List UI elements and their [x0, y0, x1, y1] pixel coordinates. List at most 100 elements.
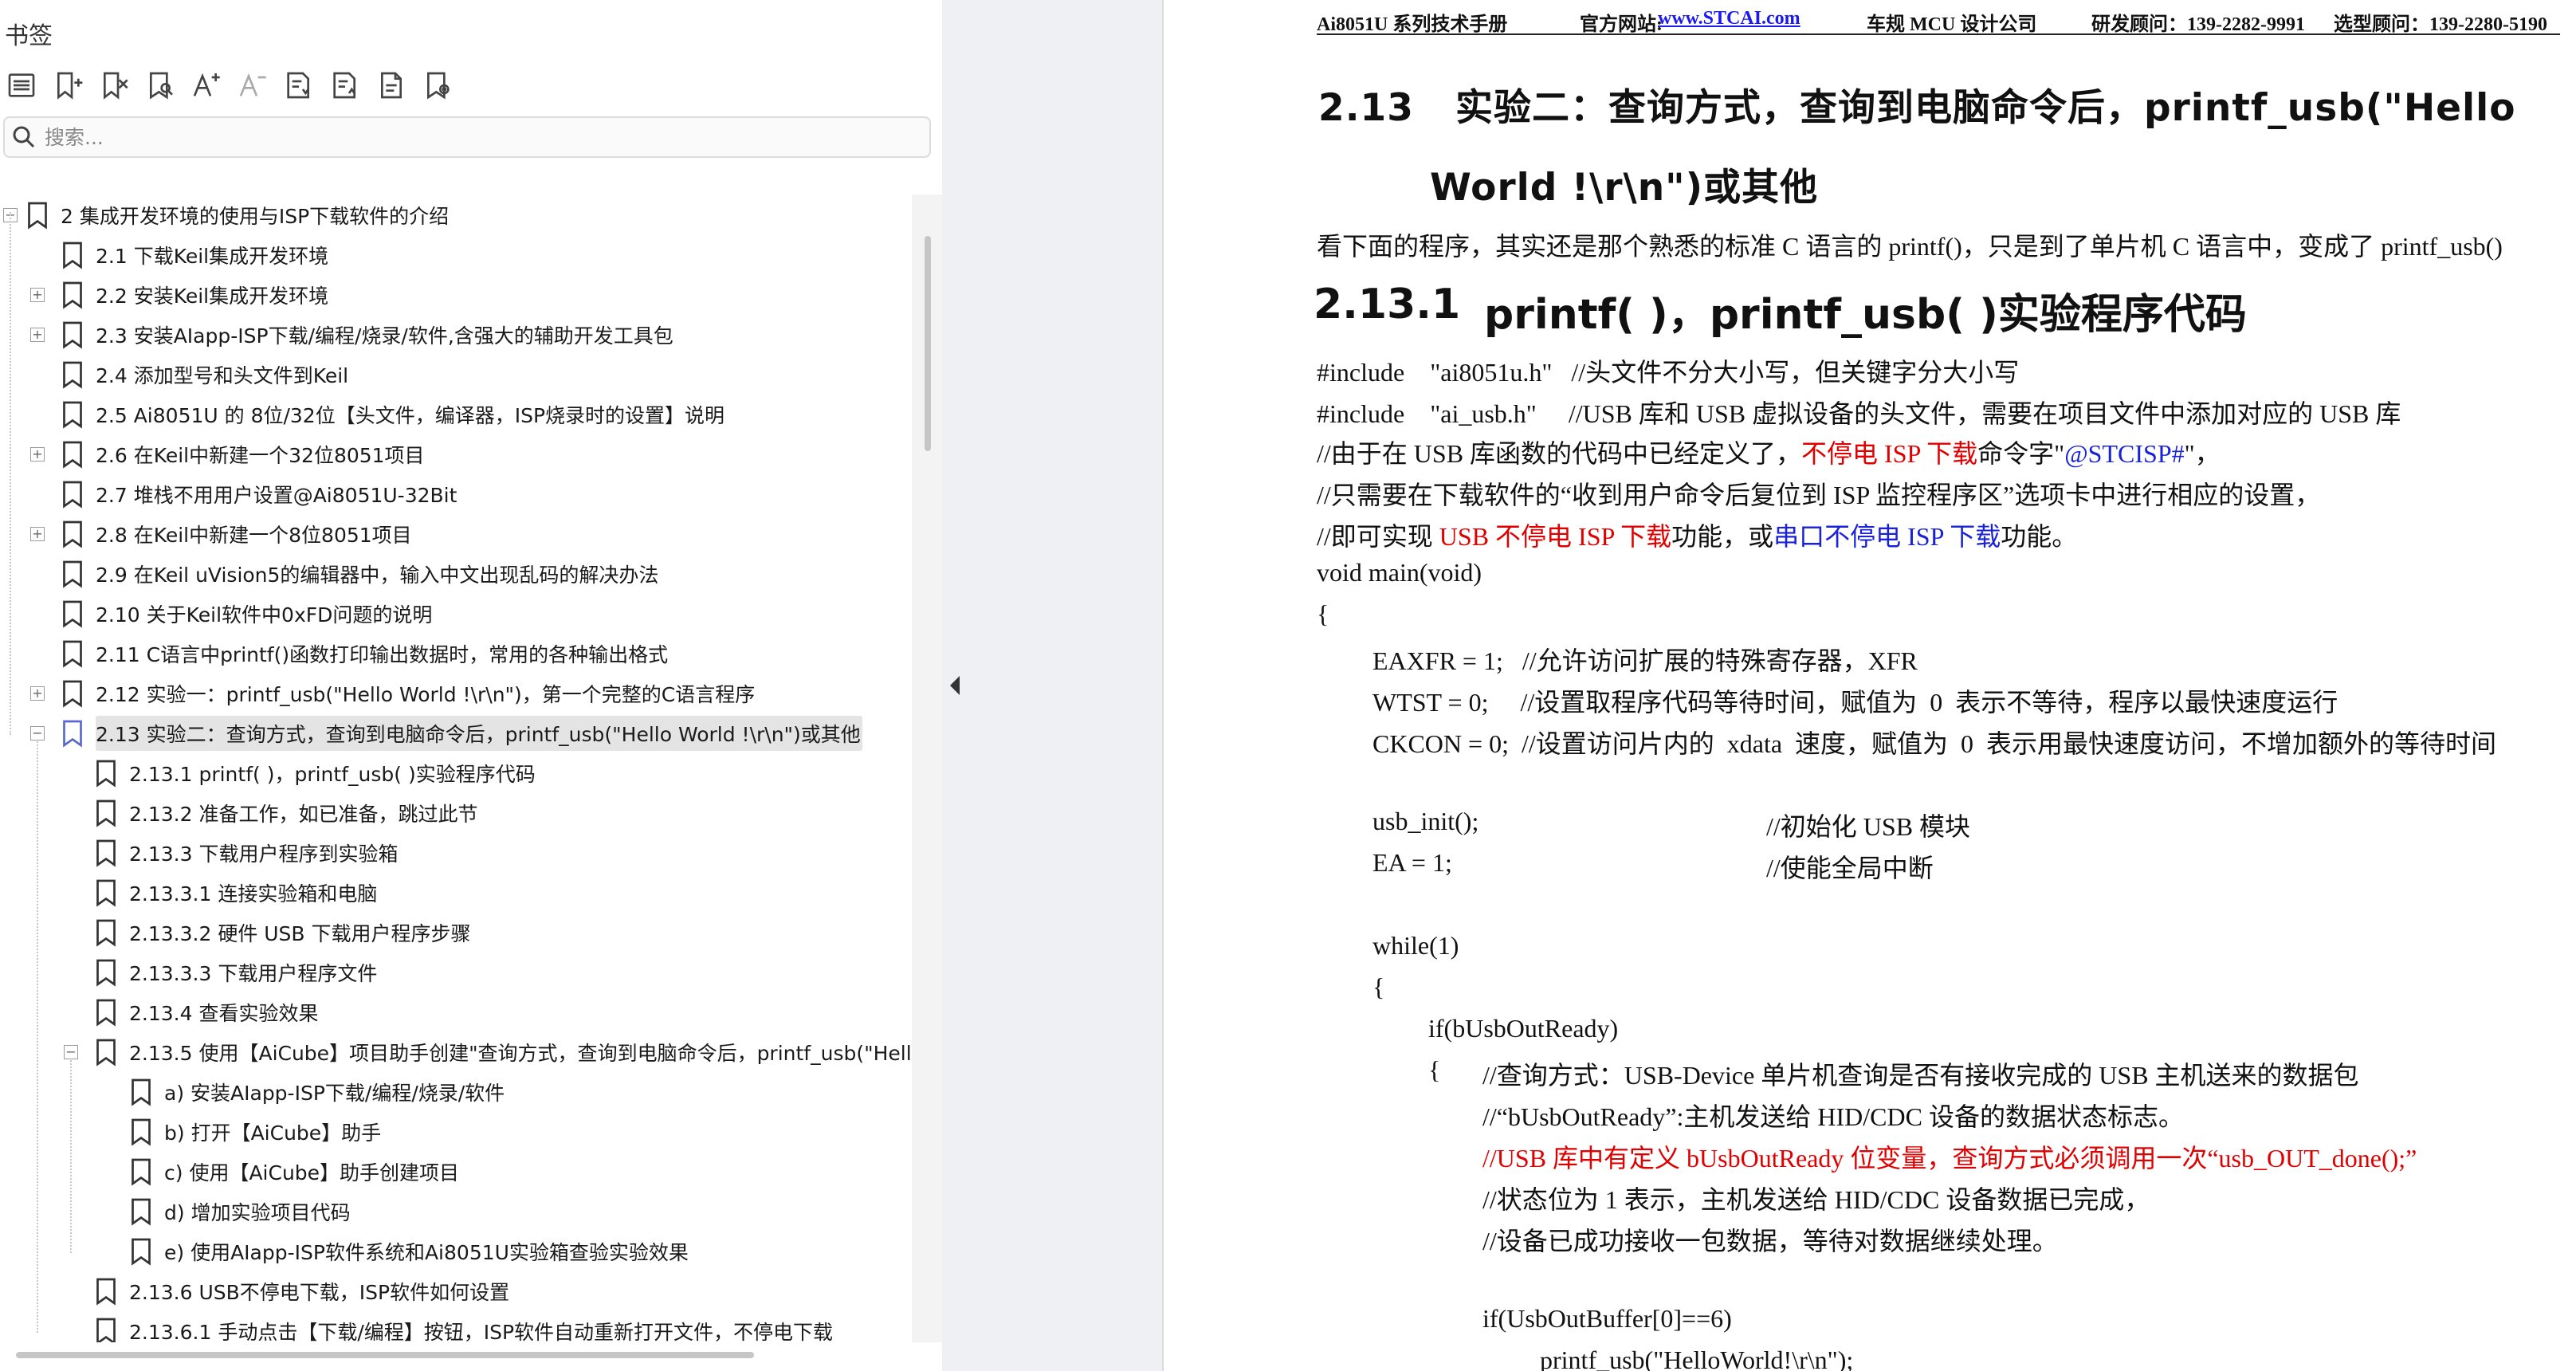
search-input[interactable]	[43, 124, 907, 150]
bookmark-label: c) 使用【AiCube】助手创建项目	[164, 1161, 460, 1184]
expand-toggle[interactable]: +	[30, 686, 45, 701]
header-site-label: 官方网站:	[1580, 14, 1663, 35]
bookmark-icon	[63, 242, 82, 269]
bookmark-label: 2.13.3.2 硬件 USB 下载用户程序步骤	[129, 922, 471, 945]
bookmark-item[interactable]: 2.4 添加型号和头文件到Keil	[61, 356, 348, 394]
font-larger-icon[interactable]	[188, 67, 225, 104]
bookmark-item[interactable]: 2.6 在Keil中新建一个32位8051项目	[61, 435, 425, 473]
bookmark-item[interactable]: 2.5 Ai8051U 的 8位/32位【头文件，编译器，ISP烧录时的设置】说…	[61, 395, 724, 434]
code-line: EAXFR = 1; //允许访问扩展的特殊寄存器，XFR	[1372, 646, 1918, 675]
bookmark-icon	[96, 839, 116, 867]
bookmark-item[interactable]: b) 打开【AiCube】助手	[129, 1113, 381, 1151]
bookmark-item[interactable]: 2.13.6.1 手动点击【下载/编程】按钮，ISP软件自动重新打开文件，不停电…	[94, 1312, 833, 1342]
bookmark-item[interactable]: d) 增加实验项目代码	[129, 1192, 351, 1231]
bookmarks-panel: 书签 搜索... 2 集成开发环境的使用与ISP下载软件的介绍 − 2.1 下载…	[0, 0, 942, 1371]
bookmark-item[interactable]: 2.9 在Keil uVision5的编辑器中，输入中文出现乱码的解决办法	[61, 555, 658, 593]
bookmark-icon	[96, 760, 116, 788]
list-icon[interactable]	[3, 67, 40, 104]
code-line: if(UsbOutBuffer[0]==6)	[1482, 1304, 1732, 1333]
bookmark-label: 2.13.1 printf( )，printf_usb( )实验程序代码	[129, 763, 536, 786]
add-bookmark-icon[interactable]	[49, 67, 86, 104]
bookmark-item[interactable]: 2.3 安装AIapp-ISP下载/编程/烧录/软件,含强大的辅助开发工具包	[61, 316, 673, 354]
bookmark-settings-icon[interactable]	[419, 67, 456, 104]
bookmark-item[interactable]: c) 使用【AiCube】助手创建项目	[129, 1153, 459, 1191]
bookmark-icon	[96, 959, 116, 987]
bookmark-item[interactable]: 2.2 安装Keil集成开发环境	[61, 276, 328, 314]
code-line: while(1)	[1372, 931, 1459, 960]
expand-toggle[interactable]: +	[30, 447, 45, 462]
header-manual: Ai8051U 系列技术手册	[1317, 14, 1508, 35]
code-comment: //使能全局中断	[1766, 854, 1934, 882]
panel-splitter	[942, 0, 1164, 1371]
subsection-number: 2.13.1	[1314, 281, 1461, 328]
bookmark-item[interactable]: 2.12 实验一：printf_usb("Hello World !\r\n")…	[61, 674, 755, 713]
bookmark-item[interactable]: 2 集成开发环境的使用与ISP下载软件的介绍	[26, 196, 449, 234]
find-bookmark-icon[interactable]	[142, 67, 179, 104]
page-header: Ai8051U 系列技术手册 官方网站: www.STCAI.com 车规 MC…	[1317, 6, 2560, 35]
bookmark-label: 2.2 安装Keil集成开发环境	[96, 285, 329, 308]
section-title-line1: 实验二：查询方式，查询到电脑命令后，printf_usb("Hello	[1455, 86, 2516, 130]
code-line: {	[1317, 599, 1329, 628]
bookmark-item[interactable]: 2.13.5 使用【AiCube】项目助手创建"查询方式，查询到电脑命令后，pr…	[94, 1033, 910, 1071]
document-page: Ai8051U 系列技术手册 官方网站: www.STCAI.com 车规 MC…	[1164, 0, 2576, 1371]
code-comment: //查询方式：USB-Device 单片机查询是否有接收完成的 USB 主机送来…	[1482, 1061, 2359, 1090]
bookmark-search[interactable]	[3, 116, 931, 158]
bookmark-item[interactable]: 2.10 关于Keil软件中0xFD问题的说明	[61, 595, 432, 633]
tree-guide-line	[10, 212, 11, 735]
collapse-left-icon	[950, 676, 960, 695]
collapse-panel-button[interactable]	[945, 670, 964, 701]
bookmark-icon	[132, 1078, 151, 1106]
expand-toggle[interactable]: +	[30, 328, 45, 342]
collapse-toggle[interactable]: −	[64, 1045, 78, 1059]
expand-toggle[interactable]: +	[30, 527, 45, 541]
bookmark-icon	[63, 680, 82, 708]
bookmark-label: 2.8 在Keil中新建一个8位8051项目	[96, 524, 412, 547]
tree-guide-line	[70, 1060, 72, 1253]
bookmark-icon	[63, 361, 82, 389]
code-line: {	[1372, 972, 1385, 1001]
bookmark-item[interactable]: 2.13 实验二：查询方式，查询到电脑命令后，printf_usb("Hello…	[61, 714, 862, 752]
bookmark-label: 2.6 在Keil中新建一个32位8051项目	[96, 444, 425, 467]
tree-scrollbar-thumb[interactable]	[925, 236, 931, 451]
code-line: CKCON = 0; //设置访问片内的 xdata 速度，赋值为 0 表示用最…	[1372, 729, 2497, 758]
bookmark-item[interactable]: 2.13.4 查看实验效果	[94, 993, 318, 1031]
bookmark-icon	[63, 720, 82, 748]
bookmark-label: 2.13.6 USB不停电下载，ISP软件如何设置	[129, 1281, 510, 1304]
subsection-title: printf( )，printf_usb( )实验程序代码	[1484, 291, 2247, 339]
code-comment: //初始化 USB 模块	[1766, 812, 1971, 841]
horizontal-scrollbar-thumb[interactable]	[16, 1352, 754, 1358]
expand-toggle[interactable]: +	[30, 288, 45, 302]
bookmark-label: 2.13.4 查看实验效果	[129, 1002, 319, 1025]
bookmark-tree: 2 集成开发环境的使用与ISP下载软件的介绍 − 2.1 下载Keil集成开发环境 2…	[0, 194, 910, 1342]
bookmark-item[interactable]: 2.1 下载Keil集成开发环境	[61, 236, 328, 274]
bookmark-label: d) 增加实验项目代码	[164, 1201, 351, 1224]
bookmark-item[interactable]: 2.13.6 USB不停电下载，ISP软件如何设置	[94, 1272, 509, 1310]
code-line: //即可实现 USB 不停电 ISP 下载功能，或串口不停电 ISP 下载功能。	[1317, 522, 2078, 551]
bookmark-page-icon[interactable]	[373, 67, 410, 104]
expand-all-icon[interactable]	[281, 67, 317, 104]
bookmark-icon	[96, 999, 116, 1027]
bookmark-item[interactable]: e) 使用AIapp-ISP软件系统和Ai8051U实验箱查验实验效果	[129, 1232, 689, 1271]
bookmark-item[interactable]: 2.13.3 下载用户程序到实验箱	[94, 834, 398, 872]
bookmark-item[interactable]: 2.8 在Keil中新建一个8位8051项目	[61, 515, 412, 553]
bookmark-item[interactable]: 2.11 C语言中printf()函数打印输出数据时，常用的各种输出格式	[61, 634, 668, 673]
collapse-all-icon[interactable]	[327, 67, 363, 104]
collapse-toggle[interactable]: −	[30, 726, 45, 740]
font-smaller-icon[interactable]	[234, 67, 271, 104]
code-line: {	[1428, 1055, 1441, 1084]
bookmark-item[interactable]: 2.13.3.1 连接实验箱和电脑	[94, 874, 377, 912]
bookmark-icon	[132, 1198, 151, 1226]
bookmark-label: 2.12 实验一：printf_usb("Hello World !\r\n")…	[96, 683, 756, 706]
header-site-link[interactable]: www.STCAI.com	[1658, 8, 1800, 29]
bookmark-item[interactable]: 2.13.1 printf( )，printf_usb( )实验程序代码	[94, 754, 536, 792]
bookmark-item[interactable]: 2.13.3.2 硬件 USB 下载用户程序步骤	[94, 913, 471, 952]
bookmark-label: 2.4 添加型号和头文件到Keil	[96, 364, 349, 387]
code-line: EA = 1;	[1372, 848, 1452, 877]
code-line: //只需要在下载软件的“收到用户命令后复位到 ISP 监控程序区”选项卡中进行相…	[1317, 481, 2321, 509]
bookmark-item[interactable]: 2.13.3.3 下载用户程序文件	[94, 953, 377, 992]
bookmark-item[interactable]: 2.13.2 准备工作，如已准备，跳过此节	[94, 794, 477, 832]
bookmark-item[interactable]: a) 安装AIapp-ISP下载/编程/烧录/软件	[129, 1073, 505, 1111]
bookmark-item[interactable]: 2.7 堆栈不用用户设置@Ai8051U-32Bit	[61, 475, 457, 513]
delete-bookmark-icon[interactable]	[96, 67, 132, 104]
bookmark-label: 2.3 安装AIapp-ISP下载/编程/烧录/软件,含强大的辅助开发工具包	[96, 324, 673, 348]
